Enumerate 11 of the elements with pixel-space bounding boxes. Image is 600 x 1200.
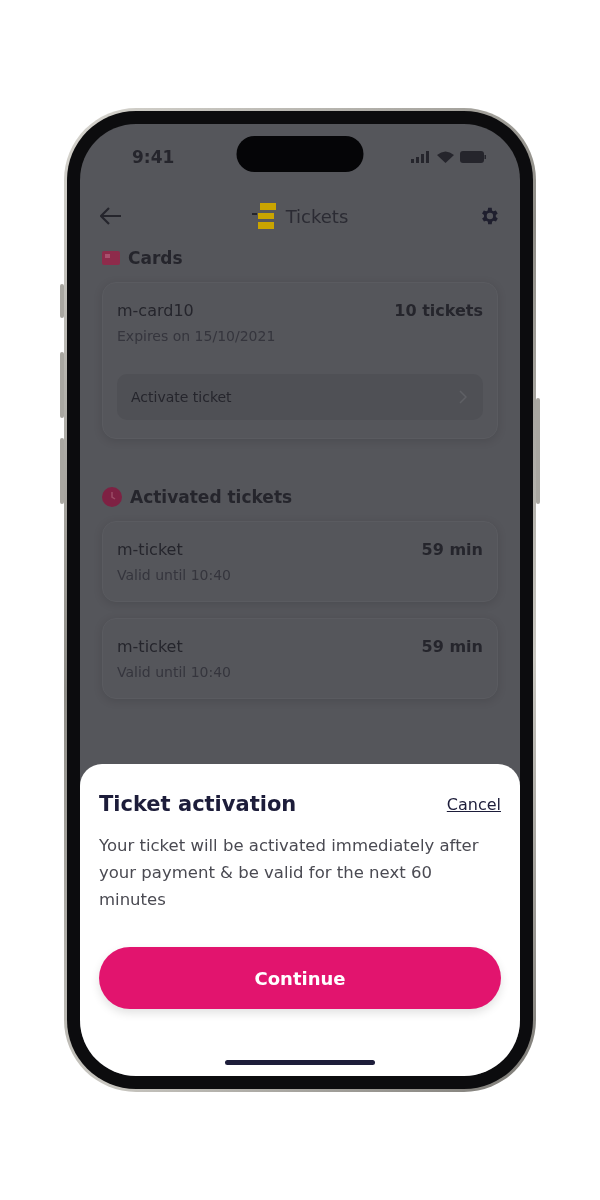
sheet-message: Your ticket will be activated immediately after your payment & be valid for the next 60 minutes xyxy=(99,835,480,911)
cancel-link[interactable]: Cancel xyxy=(446,794,501,814)
signal-icon xyxy=(411,151,431,163)
clock-icon xyxy=(102,487,122,507)
card-icon xyxy=(102,250,120,266)
logo-icon xyxy=(251,202,278,230)
sheet-title: Ticket activation xyxy=(99,792,297,816)
back-arrow-icon[interactable] xyxy=(100,207,122,225)
wifi-icon xyxy=(437,151,454,163)
continue-button[interactable]: Continue xyxy=(99,947,501,1009)
battery-icon xyxy=(460,151,486,163)
